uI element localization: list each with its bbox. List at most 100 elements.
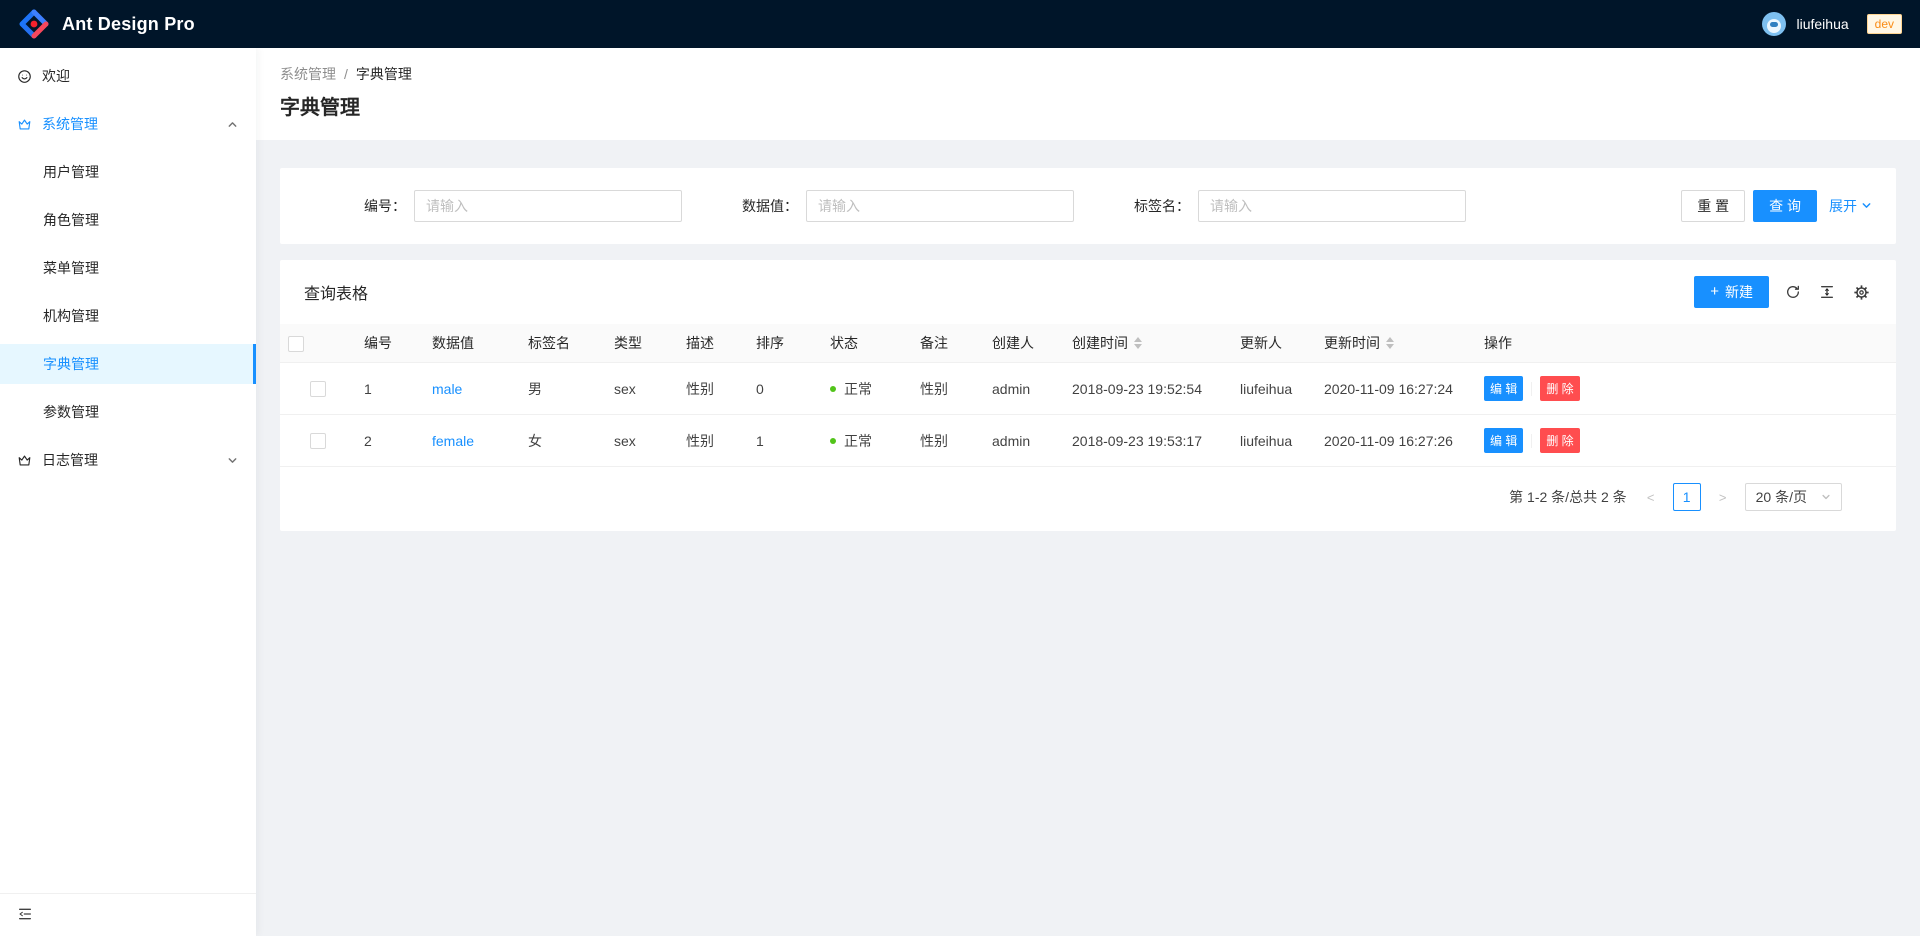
username[interactable]: liufeihua	[1796, 16, 1848, 32]
chevron-up-icon	[227, 119, 238, 130]
breadcrumb-separator: /	[344, 66, 348, 82]
col-desc: 描述	[678, 324, 748, 363]
cell-label: 女	[520, 415, 606, 467]
page-size-select[interactable]: 20 条/页	[1745, 483, 1842, 511]
content-area: 系统管理 / 字典管理 字典管理 编号： 数据值：	[256, 48, 1920, 936]
cell-type: sex	[606, 415, 678, 467]
cell-creator: admin	[984, 415, 1064, 467]
sidebar-item-user-management[interactable]: 用户管理	[0, 152, 256, 192]
value-link[interactable]: male	[432, 381, 462, 397]
pagination-next[interactable]: >	[1709, 483, 1737, 511]
row-checkbox[interactable]	[310, 433, 326, 449]
breadcrumb-current: 字典管理	[356, 64, 412, 84]
page-title: 字典管理	[280, 94, 1896, 122]
sidebar-item-org-management[interactable]: 机构管理	[0, 296, 256, 336]
sidebar-item-label: 参数管理	[43, 402, 99, 422]
table-row: 2 female 女 sex 性别 1 正常 性别 admin 2018-09-…	[280, 415, 1896, 467]
cell-remark: 性别	[912, 363, 984, 415]
col-updater: 更新人	[1232, 324, 1316, 363]
crown-icon	[17, 117, 32, 132]
col-id: 编号	[356, 324, 424, 363]
avatar[interactable]	[1762, 12, 1786, 36]
sidebar-item-log-management[interactable]: 日志管理	[0, 440, 256, 480]
menu-fold-icon	[17, 906, 33, 925]
sidebar-item-label: 机构管理	[43, 306, 99, 326]
plus-icon: +	[1710, 284, 1719, 299]
sidebar-item-param-management[interactable]: 参数管理	[0, 392, 256, 432]
env-tag: dev	[1867, 14, 1902, 34]
ant-design-logo-icon	[18, 8, 50, 40]
sidebar-item-label: 用户管理	[43, 162, 99, 182]
toolbar-actions: + 新建	[1694, 276, 1872, 308]
sidebar-item-label: 系统管理	[42, 114, 98, 134]
col-type: 类型	[606, 324, 678, 363]
new-button[interactable]: + 新建	[1694, 276, 1769, 308]
column-height-icon[interactable]	[1817, 282, 1837, 302]
col-value: 数据值	[424, 324, 520, 363]
filter-input-label[interactable]	[1198, 190, 1466, 222]
col-status: 状态	[822, 324, 912, 363]
page-header: 系统管理 / 字典管理 字典管理	[256, 48, 1920, 140]
row-checkbox[interactable]	[310, 381, 326, 397]
sidebar-item-menu-management[interactable]: 菜单管理	[0, 248, 256, 288]
chevron-down-icon	[227, 455, 238, 466]
cell-desc: 性别	[678, 363, 748, 415]
sidebar-item-welcome[interactable]: 欢迎	[0, 56, 256, 96]
pagination-prev[interactable]: <	[1637, 483, 1665, 511]
search-button[interactable]: 查 询	[1753, 190, 1817, 222]
cell-id: 1	[356, 363, 424, 415]
cell-remark: 性别	[912, 415, 984, 467]
filter-field-label: 标签名：	[1088, 190, 1480, 222]
reset-button[interactable]: 重 置	[1681, 190, 1745, 222]
sidebar-item-label: 字典管理	[43, 354, 99, 374]
col-created-sorter[interactable]: 创建时间	[1072, 333, 1142, 353]
filter-label-value: 数据值：	[696, 196, 806, 216]
filter-actions: 重 置 查 询 展开	[1480, 190, 1872, 222]
app-title: Ant Design Pro	[62, 14, 195, 35]
sidebar-item-system-management[interactable]: 系统管理	[0, 104, 256, 144]
delete-button[interactable]: 删 除	[1540, 428, 1579, 453]
col-remark: 备注	[912, 324, 984, 363]
col-updated-sorter[interactable]: 更新时间	[1324, 333, 1394, 353]
chevron-down-icon	[1861, 198, 1872, 214]
gear-icon[interactable]	[1851, 282, 1872, 303]
status-badge: 正常	[830, 379, 872, 399]
sider-collapse-trigger[interactable]	[0, 893, 256, 936]
filter-input-value[interactable]	[806, 190, 1074, 222]
dict-table: 编号 数据值 标签名 类型 描述 排序 状态 备注 创建人	[280, 324, 1896, 467]
sort-carets-icon	[1386, 337, 1394, 349]
action-divider	[1531, 434, 1532, 448]
cell-created: 2018-09-23 19:53:17	[1064, 415, 1232, 467]
col-actions: 操作	[1476, 324, 1896, 363]
breadcrumb-parent[interactable]: 系统管理	[280, 64, 336, 84]
edit-button[interactable]: 编 辑	[1484, 376, 1523, 401]
cell-sort: 1	[748, 415, 822, 467]
filter-input-id[interactable]	[414, 190, 682, 222]
expand-label: 展开	[1829, 196, 1857, 216]
select-all-checkbox[interactable]	[288, 336, 304, 352]
sidebar-item-dict-management[interactable]: 字典管理	[0, 344, 256, 384]
col-created: 创建时间	[1072, 333, 1128, 353]
expand-toggle[interactable]: 展开	[1829, 196, 1872, 216]
logo-area[interactable]: Ant Design Pro	[18, 8, 195, 40]
content-body: 编号： 数据值： 标签名： 重 置 查 询	[256, 140, 1920, 936]
sidebar-item-role-management[interactable]: 角色管理	[0, 200, 256, 240]
table-toolbar: 查询表格 + 新建	[280, 260, 1896, 324]
reload-icon[interactable]	[1783, 282, 1803, 302]
pagination: 第 1-2 条/总共 2 条 < 1 > 20 条/页	[280, 467, 1896, 531]
delete-button[interactable]: 删 除	[1540, 376, 1579, 401]
edit-button[interactable]: 编 辑	[1484, 428, 1523, 453]
sidebar-item-label: 日志管理	[42, 450, 98, 470]
cell-id: 2	[356, 415, 424, 467]
app-screen: Ant Design Pro liufeihua dev	[0, 0, 1920, 936]
status-badge: 正常	[830, 431, 872, 451]
pagination-page-1[interactable]: 1	[1673, 483, 1701, 511]
sidebar-menu: 欢迎 系统管理 用户管理	[0, 48, 256, 480]
cell-type: sex	[606, 363, 678, 415]
sidebar-item-label: 欢迎	[42, 66, 70, 86]
value-link[interactable]: female	[432, 433, 474, 449]
col-updated: 更新时间	[1324, 333, 1380, 353]
sidebar: 欢迎 系统管理 用户管理	[0, 48, 256, 936]
filter-field-value: 数据值：	[696, 190, 1088, 222]
sort-carets-icon	[1134, 337, 1142, 349]
